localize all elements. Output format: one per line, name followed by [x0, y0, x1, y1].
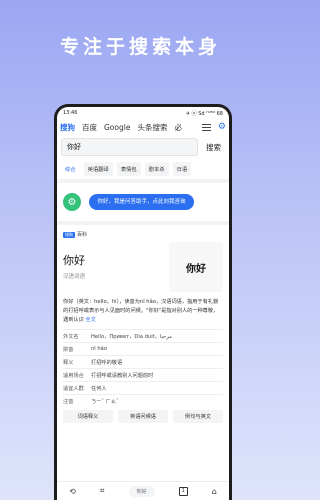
headline: 专注于搜索本身: [59, 36, 221, 58]
property-key: 适宜人群: [63, 385, 84, 392]
assistant-bubble[interactable]: 你好，我是问答助手，点此向我咨询: [89, 194, 194, 210]
property-value: nǐ hǎo: [91, 346, 108, 352]
word-image[interactable]: 你好: [169, 242, 223, 292]
back-icon[interactable]: ⟲: [69, 487, 76, 496]
property-row: 拼音 nǐ hǎo: [63, 342, 223, 355]
status-bar: 13:46 ✈ ⓝ Sd ᴴᵈ⁵ᴳ 68: [57, 107, 229, 119]
tab-bing[interactable]: 必: [174, 122, 182, 133]
assistant-card[interactable]: ⚙ 你好，我是问答助手，点此向我咨询: [57, 183, 229, 221]
action-example-sentences[interactable]: 例句与英文: [173, 410, 223, 423]
action-word-meaning[interactable]: 词语释义: [63, 410, 113, 423]
action-english-greeting[interactable]: 英语问候语: [118, 410, 168, 423]
tab-google[interactable]: Google: [104, 123, 130, 132]
menu-icon[interactable]: [201, 123, 211, 131]
word-subtitle: 汉语词语: [63, 274, 86, 280]
gear-icon[interactable]: ⚙: [218, 122, 226, 132]
baike-header: 搜狗 百科: [57, 225, 229, 238]
more-link[interactable]: 全文: [85, 317, 95, 323]
word-properties: 外文名 Hello，Привет，Dia duit，مرحبا 拼音 nǐ hǎ…: [57, 325, 229, 407]
property-value: Hello，Привет，Dia duit，مرحبا: [91, 333, 172, 340]
status-time: 13:46: [63, 110, 78, 116]
word-title[interactable]: 你好: [63, 252, 85, 268]
phone-screen: 13:46 ✈ ⓝ Sd ᴴᵈ⁵ᴳ 68 搜狗 百度 Google 头条搜索 必…: [57, 107, 229, 500]
property-row: 适用场合 打招呼或请教别人问题前时: [63, 368, 223, 381]
property-key: 外文名: [63, 333, 79, 340]
property-value: 打招呼的敬语: [91, 359, 123, 366]
status-indicators: ✈ ⓝ Sd ᴴᵈ⁵ᴳ 68: [185, 110, 223, 117]
property-row: 注音 ㄋㄧˇ ㄏㄠˇ: [63, 394, 223, 407]
chip-emoji[interactable]: 表情包: [116, 162, 141, 176]
chip-english-translate[interactable]: 英语翻译: [83, 162, 113, 176]
tab-sogou[interactable]: 搜狗: [60, 122, 75, 133]
property-row: 外文名 Hello，Привет，Dia duit，مرحبا: [63, 329, 223, 342]
bottom-search-pill[interactable]: 你好: [128, 485, 155, 497]
word-block: 你好 汉语词语 你好: [57, 238, 229, 292]
property-row: 释义 打招呼的敬语: [63, 355, 223, 368]
property-row: 适宜人群 任何人: [63, 381, 223, 394]
search-row: 你好 搜索: [57, 135, 229, 159]
property-key: 拼音: [63, 346, 74, 353]
chip-script[interactable]: 剧本杀: [144, 162, 169, 176]
chip-japanese[interactable]: 日语: [172, 162, 192, 176]
robot-icon: ⚙: [63, 193, 81, 211]
word-description: 你好（英文：hello，hi），读音为nǐ hǎo，汉语词语，指用于有礼貌的打招…: [57, 292, 229, 325]
tab-baidu[interactable]: 百度: [82, 122, 97, 133]
phone-frame: 13:46 ✈ ⓝ Sd ᴴᵈ⁵ᴳ 68 搜狗 百度 Google 头条搜索 必…: [54, 104, 232, 500]
chip-comprehensive[interactable]: 综合: [61, 162, 80, 176]
category-chips: 综合 英语翻译 表情包 剧本杀 日语: [57, 159, 229, 179]
search-engine-tabs: 搜狗 百度 Google 头条搜索 必 ⚙: [57, 119, 229, 135]
property-key: 注音: [63, 398, 74, 405]
sogou-logo: 搜狗: [63, 231, 75, 238]
property-key: 释义: [63, 359, 74, 366]
tabs-count-icon[interactable]: 1: [178, 486, 188, 496]
property-value: 打招呼或请教别人问题前时: [91, 372, 154, 379]
property-value: ㄋㄧˇ ㄏㄠˇ: [91, 398, 119, 405]
baike-label: 百科: [77, 232, 88, 238]
tab-toutiao[interactable]: 头条搜索: [137, 122, 167, 133]
related-actions: 词语释义 英语问候语 例句与英文: [57, 407, 229, 426]
home-icon[interactable]: ⌂: [212, 487, 217, 496]
search-button[interactable]: 搜索: [202, 142, 225, 153]
bottom-bar: ⟲ ⌗ 你好 1 ⌂: [57, 481, 229, 500]
grid-icon[interactable]: ⌗: [100, 486, 105, 496]
property-value: 任何人: [91, 385, 107, 392]
search-input[interactable]: 你好: [61, 138, 198, 156]
property-key: 适用场合: [63, 372, 84, 379]
